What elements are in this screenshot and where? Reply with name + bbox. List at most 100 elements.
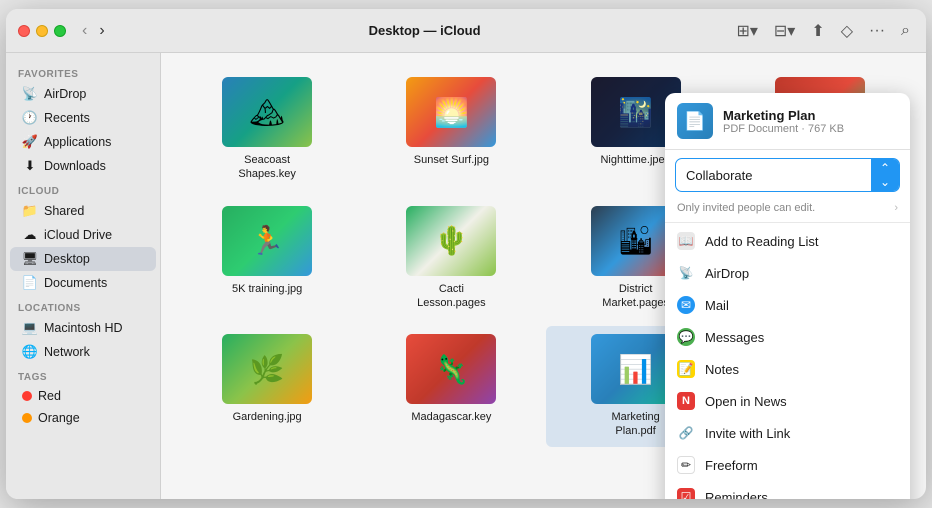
sidebar-item-macintosh-hd[interactable]: 💻 Macintosh HD — [10, 316, 156, 340]
popover-file-icon: 📄 — [677, 103, 713, 139]
sidebar-item-label: Shared — [44, 204, 84, 218]
file-name: SeacoastShapes.key — [238, 153, 295, 182]
menu-item-mail[interactable]: ✉ Mail — [665, 289, 910, 321]
view-toggle-button[interactable]: ⊞▾ — [732, 17, 761, 45]
menu-item-label: Freeform — [705, 458, 758, 473]
popover-header: 📄 Marketing Plan PDF Document · 767 KB — [665, 93, 910, 150]
sidebar-item-downloads[interactable]: ⬇ Downloads — [10, 154, 156, 178]
file-name: Sunset Surf.jpg — [414, 153, 489, 167]
locations-label: Locations — [6, 295, 160, 316]
tag-button[interactable]: ◇ — [837, 17, 857, 45]
forward-button[interactable]: › — [95, 20, 108, 42]
collaborate-dropdown[interactable]: Collaborate ⌃⌄ — [675, 158, 900, 192]
sidebar-item-tag-orange[interactable]: Orange — [10, 407, 156, 429]
reminders-icon: ☑ — [677, 488, 695, 499]
network-icon: 🌐 — [22, 344, 38, 360]
link-icon: 🔗 — [677, 424, 695, 442]
menu-item-label: Mail — [705, 298, 729, 313]
chevron-right-icon: › — [894, 202, 898, 214]
file-item-sunset[interactable]: 🌅 Sunset Surf.jpg — [361, 69, 541, 190]
airdrop-icon: 📡 — [22, 86, 38, 102]
sidebar-item-network[interactable]: 🌐 Network — [10, 340, 156, 364]
popover-file-info: Marketing Plan PDF Document · 767 KB — [723, 108, 898, 135]
collaborate-arrow-icon: ⌃⌄ — [871, 159, 899, 191]
file-item-cacti[interactable]: 🌵 CactiLesson.pages — [361, 198, 541, 319]
menu-item-notes[interactable]: 📝 Notes — [665, 353, 910, 385]
menu-item-link[interactable]: 🔗 Invite with Link — [665, 417, 910, 449]
sidebar-item-label: Network — [44, 345, 90, 359]
file-name: 5K training.jpg — [232, 282, 302, 296]
share-button[interactable]: ⬆ — [807, 17, 828, 45]
invite-only-row: Only invited people can edit. › — [665, 200, 910, 220]
sidebar-item-airdrop[interactable]: 📡 AirDrop — [10, 82, 156, 106]
file-item-madagascar[interactable]: 🦎 Madagascar.key — [361, 326, 541, 447]
menu-item-reminders[interactable]: ☑ Reminders — [665, 481, 910, 499]
file-name: Nighttime.jpeg — [600, 153, 670, 167]
sidebar-item-applications[interactable]: 🚀 Applications — [10, 130, 156, 154]
menu-item-airdrop[interactable]: 📡 AirDrop — [665, 257, 910, 289]
sidebar-item-label: iCloud Drive — [44, 228, 112, 242]
file-name: DistrictMarket.pages — [602, 282, 669, 311]
freeform-icon: ✏ — [677, 456, 695, 474]
menu-item-freeform[interactable]: ✏ Freeform — [665, 449, 910, 481]
file-item-5k[interactable]: 🏃 5K training.jpg — [177, 198, 357, 319]
file-name: Gardening.jpg — [233, 410, 302, 424]
sidebar-item-tag-red[interactable]: Red — [10, 385, 156, 407]
sidebar-item-label: Recents — [44, 111, 90, 125]
sidebar-item-icloud-drive[interactable]: ☁ iCloud Drive — [10, 223, 156, 247]
file-name: CactiLesson.pages — [417, 282, 486, 311]
more-button[interactable]: ··· — [865, 18, 889, 44]
search-button[interactable]: ⌕ — [897, 18, 914, 44]
file-item-seacoast[interactable]: 🏔 SeacoastShapes.key — [177, 69, 357, 190]
favorites-label: Favorites — [6, 61, 160, 82]
menu-item-label: AirDrop — [705, 266, 749, 281]
downloads-icon: ⬇ — [22, 158, 38, 174]
notes-icon: 📝 — [677, 360, 695, 378]
back-button[interactable]: ‹ — [78, 20, 91, 42]
documents-icon: 📄 — [22, 275, 38, 291]
menu-item-news[interactable]: N Open in News — [665, 385, 910, 417]
menu-item-reading-list[interactable]: 📖 Add to Reading List — [665, 225, 910, 257]
divider — [665, 222, 910, 223]
shared-icon: 📁 — [22, 203, 38, 219]
menu-item-messages[interactable]: 💬 Messages — [665, 321, 910, 353]
sidebar-item-documents[interactable]: 📄 Documents — [10, 271, 156, 295]
sidebar-item-label: AirDrop — [44, 87, 86, 101]
icloud-drive-icon: ☁ — [22, 227, 38, 243]
desktop-icon: 🖥 — [22, 251, 38, 267]
fullscreen-button[interactable] — [54, 25, 66, 37]
pdf-icon: 📄 — [684, 111, 706, 132]
sidebar-item-label: Orange — [38, 411, 80, 425]
sidebar: Favorites 📡 AirDrop 🕐 Recents 🚀 Applicat… — [6, 53, 161, 499]
traffic-lights — [18, 25, 66, 37]
file-thumbnail: 🌅 — [406, 77, 496, 147]
share-popover: 📄 Marketing Plan PDF Document · 767 KB C… — [665, 93, 910, 499]
toolbar-actions: ⊞▾ ⊟▾ ⬆ ◇ ··· ⌕ — [732, 17, 914, 45]
minimize-button[interactable] — [36, 25, 48, 37]
menu-item-label: Reminders — [705, 490, 768, 500]
macintosh-hd-icon: 💻 — [22, 320, 38, 336]
sidebar-item-label: Red — [38, 389, 61, 403]
nav-buttons: ‹ › — [78, 20, 109, 42]
applications-icon: 🚀 — [22, 134, 38, 150]
main-content: Favorites 📡 AirDrop 🕐 Recents 🚀 Applicat… — [6, 53, 926, 499]
sidebar-item-shared[interactable]: 📁 Shared — [10, 199, 156, 223]
file-item-gardening[interactable]: 🌿 Gardening.jpg — [177, 326, 357, 447]
file-area: 🏔 SeacoastShapes.key 🌅 Sunset Surf.jpg 🌃… — [161, 53, 926, 499]
file-thumbnail: 🏔 — [222, 77, 312, 147]
sidebar-item-label: Documents — [44, 276, 107, 290]
sidebar-item-desktop[interactable]: 🖥 Desktop — [10, 247, 156, 271]
popover-file-meta: PDF Document · 767 KB — [723, 123, 898, 135]
icloud-label: iCloud — [6, 178, 160, 199]
file-name: MarketingPlan.pdf — [611, 410, 659, 439]
titlebar: ‹ › Desktop — iCloud ⊞▾ ⊟▾ ⬆ ◇ ··· ⌕ — [6, 9, 926, 53]
menu-item-label: Notes — [705, 362, 739, 377]
group-button[interactable]: ⊟▾ — [770, 17, 799, 45]
reading-list-icon: 📖 — [677, 232, 695, 250]
tag-orange-dot — [22, 413, 32, 423]
sidebar-item-label: Macintosh HD — [44, 321, 123, 335]
close-button[interactable] — [18, 25, 30, 37]
window-title: Desktop — iCloud — [117, 23, 733, 38]
file-thumbnail: 🏃 — [222, 206, 312, 276]
sidebar-item-recents[interactable]: 🕐 Recents — [10, 106, 156, 130]
